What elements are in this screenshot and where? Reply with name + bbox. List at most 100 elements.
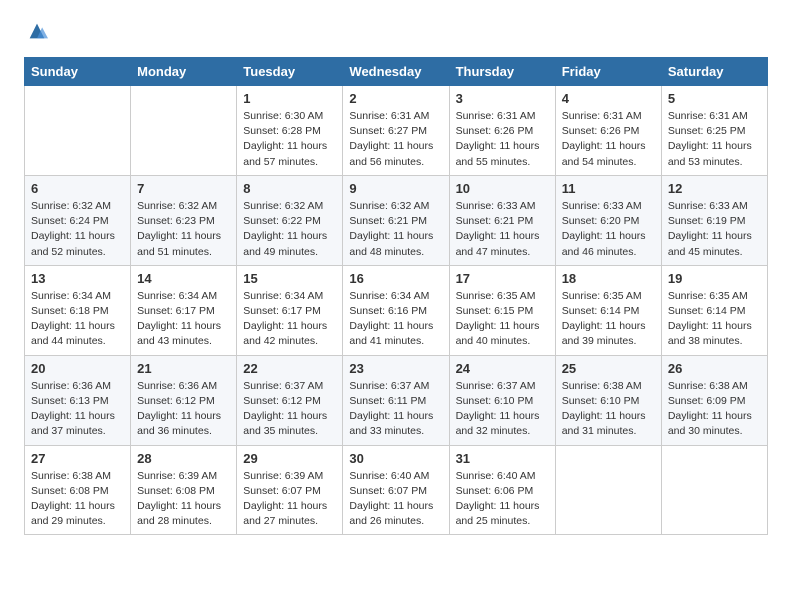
day-number: 8 [243,181,336,196]
day-number: 22 [243,361,336,376]
day-number: 3 [456,91,549,106]
day-number: 7 [137,181,230,196]
day-info: Sunrise: 6:37 AM Sunset: 6:11 PM Dayligh… [349,379,442,440]
day-cell [25,86,131,176]
header-day-saturday: Saturday [661,58,767,86]
day-info: Sunrise: 6:34 AM Sunset: 6:18 PM Dayligh… [31,289,124,350]
day-cell: 18Sunrise: 6:35 AM Sunset: 6:14 PM Dayli… [555,265,661,355]
day-number: 29 [243,451,336,466]
day-cell: 9 Sunrise: 6:32 AM Sunset: 6:21 PM Daylig… [343,175,449,265]
day-cell: 19 Sunrise: 6:35 AM Sunset: 6:14 PM Dayli… [661,265,767,355]
day-number: 13 [31,271,124,286]
page-header [24,20,768,47]
day-number: 16 [349,271,442,286]
calendar-body: 1Sunrise: 6:30 AM Sunset: 6:28 PM Daylig… [25,86,768,535]
header-day-tuesday: Tuesday [237,58,343,86]
day-info: Sunrise: 6:39 AM Sunset: 6:08 PM Dayligh… [137,469,230,530]
day-info: Sunrise: 6:33 AM Sunset: 6:19 PM Dayligh… [668,199,761,260]
calendar-header: SundayMondayTuesdayWednesdayThursdayFrid… [25,58,768,86]
day-info: Sunrise: 6:32 AM Sunset: 6:23 PM Dayligh… [137,199,230,260]
week-row-1: 1Sunrise: 6:30 AM Sunset: 6:28 PM Daylig… [25,86,768,176]
day-number: 9 [349,181,442,196]
day-info: Sunrise: 6:31 AM Sunset: 6:26 PM Dayligh… [456,109,549,170]
day-info: Sunrise: 6:39 AM Sunset: 6:07 PM Dayligh… [243,469,336,530]
header-day-wednesday: Wednesday [343,58,449,86]
day-info: Sunrise: 6:38 AM Sunset: 6:08 PM Dayligh… [31,469,124,530]
day-info: Sunrise: 6:33 AM Sunset: 6:21 PM Dayligh… [456,199,549,260]
day-cell [131,86,237,176]
day-cell: 17 Sunrise: 6:35 AM Sunset: 6:15 PM Dayli… [449,265,555,355]
day-cell: 26 Sunrise: 6:38 AM Sunset: 6:09 PM Dayli… [661,355,767,445]
day-number: 24 [456,361,549,376]
day-info: Sunrise: 6:38 AM Sunset: 6:10 PM Dayligh… [562,379,655,440]
week-row-4: 20 Sunrise: 6:36 AM Sunset: 6:13 PM Dayli… [25,355,768,445]
day-cell: 29 Sunrise: 6:39 AM Sunset: 6:07 PM Dayli… [237,445,343,535]
logo-icon [26,20,48,42]
day-number: 30 [349,451,442,466]
day-number: 26 [668,361,761,376]
day-cell: 5 Sunrise: 6:31 AM Sunset: 6:25 PM Daylig… [661,86,767,176]
day-info: Sunrise: 6:35 AM Sunset: 6:14 PM Dayligh… [668,289,761,350]
day-number: 20 [31,361,124,376]
header-row: SundayMondayTuesdayWednesdayThursdayFrid… [25,58,768,86]
day-cell: 31 Sunrise: 6:40 AM Sunset: 6:06 PM Dayli… [449,445,555,535]
day-number: 21 [137,361,230,376]
day-info: Sunrise: 6:37 AM Sunset: 6:10 PM Dayligh… [456,379,549,440]
day-cell: 25 Sunrise: 6:38 AM Sunset: 6:10 PM Dayli… [555,355,661,445]
day-info: Sunrise: 6:40 AM Sunset: 6:07 PM Dayligh… [349,469,442,530]
day-info: Sunrise: 6:34 AM Sunset: 6:17 PM Dayligh… [137,289,230,350]
day-cell: 13 Sunrise: 6:34 AM Sunset: 6:18 PM Dayli… [25,265,131,355]
day-cell: 16 Sunrise: 6:34 AM Sunset: 6:16 PM Dayli… [343,265,449,355]
day-info: Sunrise: 6:37 AM Sunset: 6:12 PM Dayligh… [243,379,336,440]
day-info: Sunrise: 6:31 AM Sunset: 6:25 PM Dayligh… [668,109,761,170]
day-cell: 6Sunrise: 6:32 AM Sunset: 6:24 PM Daylig… [25,175,131,265]
day-info: Sunrise: 6:38 AM Sunset: 6:09 PM Dayligh… [668,379,761,440]
day-cell: 28 Sunrise: 6:39 AM Sunset: 6:08 PM Dayli… [131,445,237,535]
day-number: 25 [562,361,655,376]
calendar-table: SundayMondayTuesdayWednesdayThursdayFrid… [24,57,768,535]
day-cell: 20 Sunrise: 6:36 AM Sunset: 6:13 PM Dayli… [25,355,131,445]
day-number: 19 [668,271,761,286]
week-row-5: 27Sunrise: 6:38 AM Sunset: 6:08 PM Dayli… [25,445,768,535]
day-cell: 2 Sunrise: 6:31 AM Sunset: 6:27 PM Daylig… [343,86,449,176]
day-info: Sunrise: 6:31 AM Sunset: 6:27 PM Dayligh… [349,109,442,170]
day-info: Sunrise: 6:40 AM Sunset: 6:06 PM Dayligh… [456,469,549,530]
day-cell: 14 Sunrise: 6:34 AM Sunset: 6:17 PM Dayli… [131,265,237,355]
day-number: 28 [137,451,230,466]
header-day-sunday: Sunday [25,58,131,86]
header-day-monday: Monday [131,58,237,86]
day-number: 2 [349,91,442,106]
day-number: 15 [243,271,336,286]
day-cell: 27Sunrise: 6:38 AM Sunset: 6:08 PM Dayli… [25,445,131,535]
day-info: Sunrise: 6:31 AM Sunset: 6:26 PM Dayligh… [562,109,655,170]
day-cell: 22 Sunrise: 6:37 AM Sunset: 6:12 PM Dayli… [237,355,343,445]
day-info: Sunrise: 6:36 AM Sunset: 6:13 PM Dayligh… [31,379,124,440]
day-cell: 1Sunrise: 6:30 AM Sunset: 6:28 PM Daylig… [237,86,343,176]
day-cell: 21Sunrise: 6:36 AM Sunset: 6:12 PM Dayli… [131,355,237,445]
day-cell: 12Sunrise: 6:33 AM Sunset: 6:19 PM Dayli… [661,175,767,265]
day-cell: 4 Sunrise: 6:31 AM Sunset: 6:26 PM Daylig… [555,86,661,176]
day-number: 11 [562,181,655,196]
day-cell [661,445,767,535]
day-number: 18 [562,271,655,286]
day-number: 5 [668,91,761,106]
day-number: 17 [456,271,549,286]
logo [24,20,50,47]
week-row-3: 13 Sunrise: 6:34 AM Sunset: 6:18 PM Dayli… [25,265,768,355]
header-day-thursday: Thursday [449,58,555,86]
day-number: 14 [137,271,230,286]
day-number: 4 [562,91,655,106]
day-info: Sunrise: 6:32 AM Sunset: 6:21 PM Dayligh… [349,199,442,260]
day-number: 31 [456,451,549,466]
header-day-friday: Friday [555,58,661,86]
day-number: 23 [349,361,442,376]
day-info: Sunrise: 6:32 AM Sunset: 6:24 PM Dayligh… [31,199,124,260]
day-info: Sunrise: 6:32 AM Sunset: 6:22 PM Dayligh… [243,199,336,260]
day-info: Sunrise: 6:33 AM Sunset: 6:20 PM Dayligh… [562,199,655,260]
day-cell [555,445,661,535]
day-info: Sunrise: 6:30 AM Sunset: 6:28 PM Dayligh… [243,109,336,170]
day-info: Sunrise: 6:34 AM Sunset: 6:16 PM Dayligh… [349,289,442,350]
day-info: Sunrise: 6:35 AM Sunset: 6:15 PM Dayligh… [456,289,549,350]
day-number: 10 [456,181,549,196]
week-row-2: 6Sunrise: 6:32 AM Sunset: 6:24 PM Daylig… [25,175,768,265]
